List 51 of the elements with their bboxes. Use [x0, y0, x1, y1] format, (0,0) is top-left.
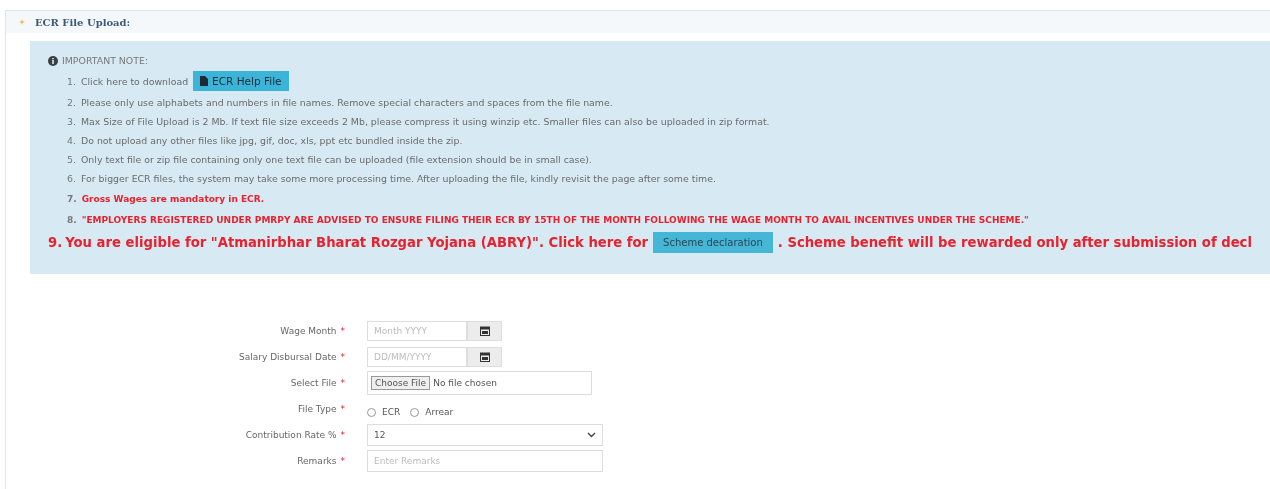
item-number: 5. — [67, 154, 76, 165]
radio-option[interactable]: Arrear — [410, 407, 454, 417]
panel-title: ECR File Upload: — [35, 16, 131, 28]
item-number: 6. — [67, 173, 76, 184]
info-icon — [48, 55, 58, 66]
date-field[interactable]: Month YYYY — [367, 321, 467, 341]
required-mark: * — [340, 430, 345, 440]
note-text: For bigger ECR files, the system may take some more processing time. After uploading the file, kindly revisit the page after some time. — [80, 173, 716, 184]
note-text: Do not upload any other files like jpg, gif, doc, xls, ppt etc bundled inside the zip. — [80, 135, 463, 146]
calendar-button[interactable] — [467, 321, 502, 341]
field-label: File Type — [297, 404, 337, 414]
field-label: Remarks — [297, 456, 337, 466]
item-number: 1. — [67, 75, 76, 87]
note-heading: IMPORTANT NOTE: — [62, 55, 149, 66]
required-mark: * — [340, 404, 345, 414]
chevron-down-icon — [587, 432, 596, 438]
item-number: 9. — [48, 234, 63, 250]
radio-option[interactable]: ECR — [367, 407, 401, 417]
required-mark: * — [340, 456, 345, 466]
item-number: 2. — [67, 97, 76, 108]
scheme-declaration-button[interactable]: Scheme declaration — [653, 231, 773, 253]
file-field[interactable]: Choose File No file chosen — [367, 371, 592, 395]
item-number: 4. — [67, 135, 76, 146]
item-number: 8. — [67, 214, 77, 225]
date-field[interactable]: DD/MM/YYYY — [367, 347, 467, 367]
note-text: You are eligible for "Atmanirbhar Bharat Rozgar Yojana (ABRY)". Click here for — [65, 234, 649, 250]
note-text: "EMPLOYERS REGISTERED UNDER PMRPY ARE ADVISED TO ENSURE FILING THEIR ECR BY 15TH OF THE MONTH FOLLOWING THE WAGE MONTH TO AVAIL INCENTIVES UNDER THE SCHEME." — [81, 214, 1029, 225]
remarks-field[interactable]: Enter Remarks — [367, 450, 603, 472]
calendar-icon — [479, 352, 490, 362]
file-status: No file chosen — [433, 378, 497, 388]
item-number: 3. — [67, 116, 76, 127]
field-label: Contribution Rate % — [245, 430, 337, 440]
note-text: Max Size of File Upload is 2 Mb. If text file size exceeds 2 Mb, please compress it using winzip etc. Smaller files can also be uploaded in zip format. — [80, 116, 770, 127]
help-file-button[interactable]: ECR Help File — [193, 71, 289, 91]
contribution-rate-select[interactable]: 12 — [367, 424, 603, 446]
note-text: Only text file or zip file containing only one text file can be uploaded (file extension should be in small case). — [80, 154, 592, 165]
note-text: Click here to download — [80, 75, 189, 87]
file-icon — [200, 76, 209, 86]
calendar-button[interactable] — [467, 347, 502, 367]
required-mark: * — [340, 326, 345, 336]
note-text: Gross Wages are mandatory in ECR. — [81, 193, 265, 204]
field-label: Salary Disbursal Date — [239, 352, 337, 362]
item-number: 7. — [67, 193, 77, 204]
required-mark: * — [340, 378, 345, 388]
field-label: Wage Month — [280, 326, 337, 336]
field-label: Select File — [290, 378, 337, 388]
choose-file-button[interactable]: Choose File — [371, 376, 431, 390]
note-text: . Scheme benefit will be rewarded only after submission of decl — [777, 234, 1252, 250]
calendar-icon — [479, 326, 490, 336]
required-mark: * — [340, 352, 345, 362]
note-text: Please only use alphabets and numbers in file names. Remove special characters and spaces from the file name. — [80, 97, 613, 108]
